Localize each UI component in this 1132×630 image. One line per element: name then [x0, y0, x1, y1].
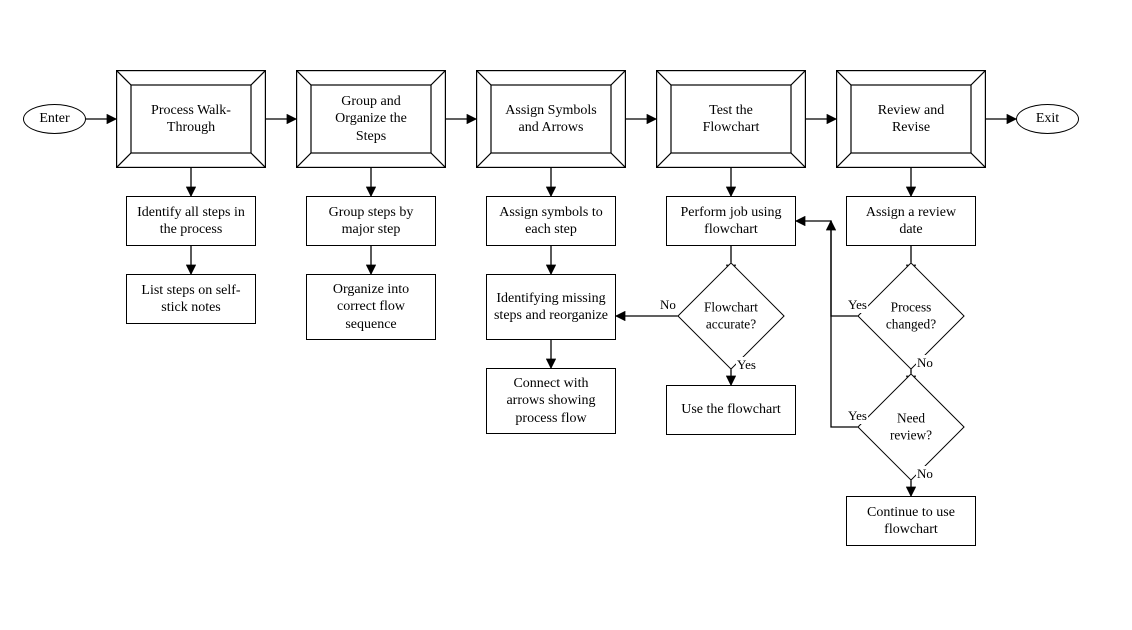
- terminal-exit: Exit: [1016, 104, 1079, 134]
- task-identify-missing: Identifying missing steps and reorganize: [486, 274, 616, 340]
- task-connect-arrows: Connect with arrows showing process flow: [486, 368, 616, 434]
- edge-label-yes: Yes: [847, 297, 868, 313]
- edge-label-yes: Yes: [847, 408, 868, 424]
- task-label: Organize into correct flow sequence: [313, 281, 429, 334]
- major-step-2: Group and Organize the Steps: [296, 70, 446, 168]
- major-step-label: Assign Symbols and Arrows: [482, 102, 620, 137]
- major-step-4: Test the Flowchart: [656, 70, 806, 168]
- task-label: Continue to use flowchart: [853, 504, 969, 539]
- major-step-5: Review and Revise: [836, 70, 986, 168]
- task-continue-use: Continue to use flowchart: [846, 496, 976, 546]
- major-step-label: Test the Flowchart: [662, 102, 800, 137]
- terminal-label: Exit: [1036, 110, 1059, 128]
- task-assign-review-date: Assign a review date: [846, 196, 976, 246]
- task-assign-symbols: Assign symbols to each step: [486, 196, 616, 246]
- flowchart-canvas: Enter Exit Process Walk-Through Group an…: [0, 0, 1132, 630]
- task-label: Assign a review date: [853, 204, 969, 239]
- task-label: Group steps by major step: [313, 204, 429, 239]
- task-list-self-stick: List steps on self-stick notes: [126, 274, 256, 324]
- task-label: List steps on self-stick notes: [133, 282, 249, 317]
- terminal-enter: Enter: [23, 104, 86, 134]
- decision-label: Need review?: [875, 410, 947, 443]
- decision-label: Flowchart accurate?: [695, 299, 767, 332]
- major-step-label: Process Walk-Through: [122, 102, 260, 137]
- major-step-1: Process Walk-Through: [116, 70, 266, 168]
- task-label: Use the flowchart: [681, 401, 781, 419]
- task-identify-steps: Identify all steps in the process: [126, 196, 256, 246]
- major-step-label: Group and Organize the Steps: [302, 93, 440, 146]
- task-group-by-major: Group steps by major step: [306, 196, 436, 246]
- task-label: Perform job using flowchart: [673, 204, 789, 239]
- task-label: Identifying missing steps and reorganize: [493, 290, 609, 325]
- edge-label-no: No: [916, 466, 934, 482]
- decision-process-changed: Process changed?: [873, 278, 949, 354]
- task-label: Assign symbols to each step: [493, 204, 609, 239]
- task-use-flowchart: Use the flowchart: [666, 385, 796, 435]
- major-step-label: Review and Revise: [842, 102, 980, 137]
- decision-label: Process changed?: [875, 299, 947, 332]
- terminal-label: Enter: [39, 110, 69, 128]
- edge-label-no: No: [916, 355, 934, 371]
- task-organize-sequence: Organize into correct flow sequence: [306, 274, 436, 340]
- decision-flowchart-accurate: Flowchart accurate?: [693, 278, 769, 354]
- major-step-3: Assign Symbols and Arrows: [476, 70, 626, 168]
- edge-label-no: No: [659, 297, 677, 313]
- task-label: Identify all steps in the process: [133, 204, 249, 239]
- task-label: Connect with arrows showing process flow: [493, 375, 609, 428]
- decision-need-review: Need review?: [873, 389, 949, 465]
- edge-label-yes: Yes: [736, 357, 757, 373]
- task-perform-job: Perform job using flowchart: [666, 196, 796, 246]
